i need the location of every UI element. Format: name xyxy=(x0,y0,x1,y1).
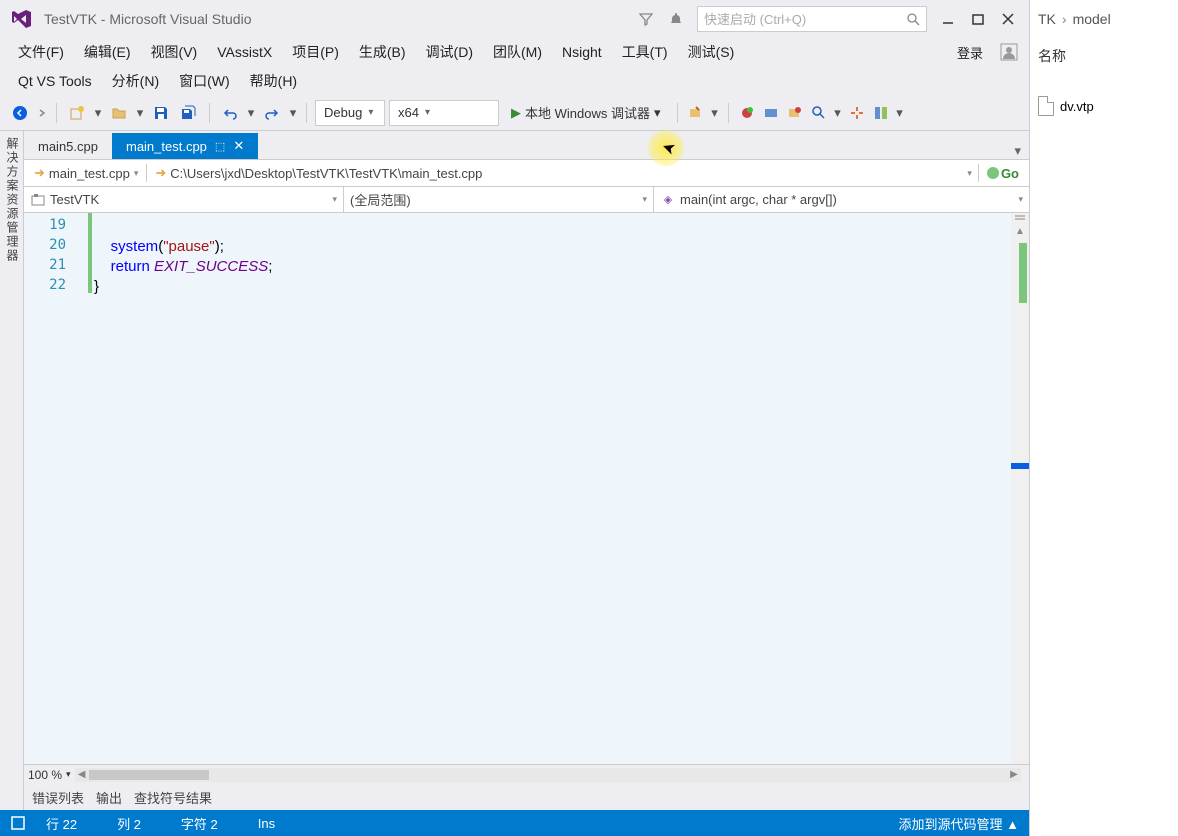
undo-button[interactable] xyxy=(218,101,242,125)
source-control-link[interactable]: 添加到源代码管理 ▲ xyxy=(899,814,1019,833)
menu-edit[interactable]: 编辑(E) xyxy=(74,38,141,66)
menu-window[interactable]: 窗口(W) xyxy=(169,67,240,95)
nav-file-combo[interactable]: ➜main_test.cpp▾ xyxy=(28,160,144,186)
tool-icon-3[interactable] xyxy=(761,103,781,123)
status-bar: 行 22 列 2 字符 2 Ins 添加到源代码管理 ▲ xyxy=(0,810,1029,836)
save-all-button[interactable] xyxy=(177,101,201,125)
save-button[interactable] xyxy=(149,101,173,125)
window-title: TestVTK - Microsoft Visual Studio xyxy=(44,11,251,27)
file-icon xyxy=(1038,96,1054,116)
open-dropdown[interactable]: ▾ xyxy=(135,101,145,125)
filter-icon[interactable] xyxy=(633,6,659,32)
tool-icon-1[interactable] xyxy=(686,103,706,123)
menu-file[interactable]: 文件(F) xyxy=(8,38,74,66)
maximize-button[interactable] xyxy=(965,6,991,32)
code-editor[interactable]: 19 20 21 22 system("pause"); return EXIT… xyxy=(24,213,1029,764)
bottom-tool-tabs: 错误列表 输出 查找符号结果 xyxy=(24,784,1029,810)
quick-launch-placeholder: 快速启动 (Ctrl+Q) xyxy=(704,9,906,28)
tool-icon-5[interactable] xyxy=(809,103,829,123)
menu-test[interactable]: 测试(S) xyxy=(678,38,745,66)
notifications-icon[interactable] xyxy=(663,6,689,32)
search-icon xyxy=(906,12,920,26)
menu-bar-2: Qt VS Tools 分析(N) 窗口(W) 帮助(H) xyxy=(0,67,1029,95)
login-link[interactable]: 登录 xyxy=(947,39,993,66)
menu-debug[interactable]: 调试(D) xyxy=(416,38,483,66)
status-char: 字符 2 xyxy=(181,814,218,833)
pin-icon[interactable]: ⬚ xyxy=(215,140,225,153)
menu-bar: 文件(F) 编辑(E) 视图(V) VAssistX 项目(P) 生成(B) 调… xyxy=(0,37,1029,67)
tool-icon-6[interactable] xyxy=(847,103,867,123)
line-number-gutter: 19 20 21 22 xyxy=(24,213,74,764)
open-file-button[interactable] xyxy=(107,101,131,125)
function-combo[interactable]: ◈ main(int argc, char * argv[])▾ xyxy=(654,187,1029,212)
tool-icon-4[interactable] xyxy=(785,103,805,123)
menu-analyze[interactable]: 分析(N) xyxy=(102,67,169,95)
menu-nsight[interactable]: Nsight xyxy=(552,40,612,64)
new-dropdown[interactable]: ▾ xyxy=(93,101,103,125)
fold-margin[interactable] xyxy=(74,213,88,764)
redo-dropdown[interactable]: ▾ xyxy=(288,101,298,125)
status-line: 行 22 xyxy=(46,814,77,833)
project-combo[interactable]: TestVTK▾ xyxy=(24,187,344,212)
solution-explorer-tab[interactable]: 解决方案资源管理器 xyxy=(0,131,24,810)
side-panel: TK›model 名称 dv.vtp xyxy=(1030,0,1178,836)
menu-project[interactable]: 项目(P) xyxy=(282,38,349,66)
nav-bar: ➜main_test.cpp▾ ➜C:\Users\jxd\Desktop\Te… xyxy=(24,159,1029,187)
error-list-tab[interactable]: 错误列表 xyxy=(32,788,84,807)
close-button[interactable] xyxy=(995,6,1021,32)
menu-help[interactable]: 帮助(H) xyxy=(240,67,307,95)
tool-icon-2[interactable] xyxy=(737,103,757,123)
column-header-name[interactable]: 名称 xyxy=(1030,30,1178,72)
undo-dropdown[interactable]: ▾ xyxy=(246,101,256,125)
split-handle[interactable] xyxy=(1011,213,1029,223)
go-button[interactable]: Go xyxy=(981,166,1025,181)
file-item[interactable]: dv.vtp xyxy=(1030,92,1178,120)
user-icon[interactable] xyxy=(997,40,1021,64)
zoom-combo[interactable]: 100 %▾ xyxy=(28,768,71,782)
doc-tab-active[interactable]: main_test.cpp ⬚ ✕ xyxy=(112,133,258,159)
platform-combo[interactable]: x64▾ xyxy=(389,100,499,126)
breadcrumb[interactable]: TK›model xyxy=(1030,0,1178,30)
status-icon xyxy=(10,815,26,831)
menu-tools[interactable]: 工具(T) xyxy=(612,38,678,66)
config-combo[interactable]: Debug▾ xyxy=(315,100,385,126)
context-bar: TestVTK▾ (全局范围)▾ ◈ main(int argc, char *… xyxy=(24,187,1029,213)
document-tab-strip: main5.cpp main_test.cpp ⬚ ✕ ▾ xyxy=(24,131,1029,159)
horizontal-scrollbar[interactable]: ◀▶ xyxy=(75,768,1021,782)
quick-launch-input[interactable]: 快速启动 (Ctrl+Q) xyxy=(697,6,927,32)
status-ins: Ins xyxy=(258,816,275,831)
new-project-button[interactable] xyxy=(65,101,89,125)
code-text[interactable]: system("pause"); return EXIT_SUCCESS; } xyxy=(94,213,1011,764)
title-bar: TestVTK - Microsoft Visual Studio 快速启动 (… xyxy=(0,0,1029,37)
vs-logo-icon xyxy=(6,5,36,33)
menu-view[interactable]: 视图(V) xyxy=(141,38,208,66)
nav-back-button[interactable] xyxy=(8,101,32,125)
menu-qt[interactable]: Qt VS Tools xyxy=(8,69,102,93)
tab-overflow-button[interactable]: ▾ xyxy=(1006,143,1029,159)
nav-path-combo[interactable]: ➜C:\Users\jxd\Desktop\TestVTK\TestVTK\ma… xyxy=(149,160,963,186)
menu-team[interactable]: 团队(M) xyxy=(483,38,552,66)
start-debug-button[interactable]: ▶本地 Windows 调试器▾ xyxy=(503,100,669,126)
tool5-dropdown[interactable]: ▾ xyxy=(833,101,843,125)
editor-footer: 100 %▾ ◀▶ xyxy=(24,764,1029,784)
tool-icon-7[interactable] xyxy=(871,103,891,123)
vertical-scrollbar[interactable]: ▲ xyxy=(1011,213,1029,764)
redo-button[interactable] xyxy=(260,101,284,125)
file-name: dv.vtp xyxy=(1060,99,1094,114)
doc-tab-inactive[interactable]: main5.cpp xyxy=(24,133,112,159)
minimize-button[interactable] xyxy=(935,6,961,32)
scope-combo[interactable]: (全局范围)▾ xyxy=(344,187,654,212)
toolbar-overflow[interactable]: ▾ xyxy=(895,101,905,125)
find-results-tab[interactable]: 查找符号结果 xyxy=(134,788,212,807)
menu-vassistx[interactable]: VAssistX xyxy=(207,40,282,64)
status-col: 列 2 xyxy=(117,814,141,833)
output-tab[interactable]: 输出 xyxy=(96,788,122,807)
menu-build[interactable]: 生成(B) xyxy=(349,38,416,66)
nav-forward-button[interactable] xyxy=(36,101,48,125)
tool1-dropdown[interactable]: ▾ xyxy=(710,101,720,125)
tab-close-icon[interactable]: ✕ xyxy=(233,138,244,154)
main-toolbar: ▾ ▾ ▾ ▾ Debug▾ x64▾ ▶本地 Windows 调试器▾ ▾ ▾… xyxy=(0,95,1029,131)
